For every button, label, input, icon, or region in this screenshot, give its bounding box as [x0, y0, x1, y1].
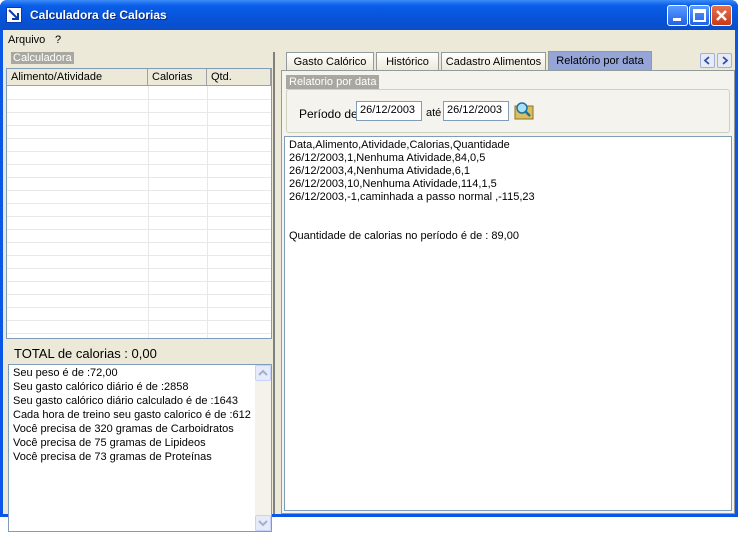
app-window: Calculadora de Calorias Arquivo ? Calcul… [0, 0, 738, 532]
report-panel: Relatorio por data Período de 26/12/2003… [281, 70, 735, 514]
tab-relatorio-por-data[interactable]: Relatório por data [548, 51, 652, 70]
info-line: Você precisa de 75 gramas de Lipideos [13, 437, 206, 449]
info-line: Cada hora de treino seu gasto calorico é… [13, 409, 251, 421]
info-line: Seu gasto calórico diário é de :2858 [13, 381, 189, 393]
period-from-label: Período de [299, 107, 358, 121]
title-bar[interactable]: Calculadora de Calorias [0, 0, 738, 30]
chevron-left-icon [703, 56, 710, 65]
info-line: Seu gasto calórico diário calculado é de… [13, 395, 239, 407]
table-row [7, 125, 271, 126]
table-row [7, 99, 271, 100]
calculator-group-label: Calculadora [11, 52, 74, 64]
grid-header: Alimento/Atividade Calorias Qtd. [7, 69, 271, 86]
info-scrollbar[interactable] [255, 365, 271, 531]
maximize-icon [693, 9, 706, 22]
info-textbox[interactable]: Seu peso é de :72,00 Seu gasto calórico … [8, 364, 272, 532]
scroll-down-button[interactable] [255, 515, 271, 531]
scroll-up-button[interactable] [255, 365, 271, 381]
table-row [7, 203, 271, 204]
table-row [7, 242, 271, 243]
report-line: 26/12/2003,1,Nenhuma Atividade,84,0,5 [289, 152, 486, 164]
date-from-field[interactable]: 26/12/2003 [356, 101, 422, 121]
table-row [7, 138, 271, 139]
table-row [7, 190, 271, 191]
table-row [7, 333, 271, 334]
table-row [7, 216, 271, 217]
column-header-item[interactable]: Alimento/Atividade [7, 69, 148, 86]
table-row [7, 229, 271, 230]
app-icon[interactable] [6, 7, 22, 23]
total-calories: TOTAL de calorias : 0,00 [14, 346, 157, 361]
info-line: Seu peso é de :72,00 [13, 367, 118, 379]
report-line: 26/12/2003,10,Nenhuma Atividade,114,1,5 [289, 178, 497, 190]
search-icon [514, 102, 534, 120]
tab-gasto-calorico[interactable]: Gasto Calórico [286, 52, 374, 70]
chevron-right-icon [722, 56, 729, 65]
table-row [7, 177, 271, 178]
menu-bar: Arquivo ? [3, 30, 735, 50]
minimize-icon [673, 18, 681, 21]
menu-arquivo[interactable]: Arquivo [8, 34, 45, 46]
menu-help[interactable]: ? [55, 34, 61, 46]
column-header-qty[interactable]: Qtd. [207, 69, 271, 86]
table-row [7, 164, 271, 165]
table-row [7, 255, 271, 256]
items-grid[interactable]: Alimento/Atividade Calorias Qtd. [6, 68, 272, 339]
chevron-down-icon [258, 520, 268, 527]
close-button[interactable] [711, 5, 732, 26]
tab-scroll-right-button[interactable] [717, 53, 732, 68]
report-line: Data,Alimento,Atividade,Calorias,Quantid… [289, 139, 510, 151]
table-row [7, 294, 271, 295]
table-row [7, 307, 271, 308]
table-row [7, 112, 271, 113]
search-button[interactable] [513, 100, 535, 125]
period-filter-group: Período de 26/12/2003 até 26/12/2003 [286, 89, 730, 133]
info-line: Você precisa de 73 gramas de Proteínas [13, 451, 212, 463]
table-row [7, 268, 271, 269]
minimize-button[interactable] [667, 5, 688, 26]
info-line: Você precisa de 320 gramas de Carboidrat… [13, 423, 234, 435]
report-line: 26/12/2003,-1,caminhada a passo normal ,… [289, 191, 535, 203]
calculator-pane: Calculadora Alimento/Atividade Calorias … [3, 52, 275, 532]
table-row [7, 281, 271, 282]
date-to-field[interactable]: 26/12/2003 [443, 101, 509, 121]
maximize-button[interactable] [689, 5, 710, 26]
close-icon [716, 10, 727, 21]
period-until-label: até [426, 107, 442, 119]
chevron-up-icon [258, 369, 268, 376]
tab-cadastro-alimentos[interactable]: Cadastro Alimentos [441, 52, 546, 70]
tab-historico[interactable]: Histórico [376, 52, 439, 70]
grid-divider [148, 86, 149, 338]
column-header-calories[interactable]: Calorias [148, 69, 207, 86]
table-row [7, 320, 271, 321]
grid-divider [207, 86, 208, 338]
report-line: 26/12/2003,4,Nenhuma Atividade,6,1 [289, 165, 471, 177]
report-textbox[interactable]: Data,Alimento,Atividade,Calorias,Quantid… [284, 136, 732, 511]
tab-scroll-left-button[interactable] [700, 53, 715, 68]
table-row [7, 151, 271, 152]
window-title: Calculadora de Calorias [30, 8, 167, 22]
report-summary: Quantidade de calorias no período é de :… [289, 230, 519, 242]
tab-strip: Gasto Calórico Histórico Cadastro Alimen… [283, 51, 735, 70]
client-area: Arquivo ? Calculadora Alimento/Atividade… [3, 30, 735, 532]
report-group-label: Relatorio por data [286, 75, 380, 89]
